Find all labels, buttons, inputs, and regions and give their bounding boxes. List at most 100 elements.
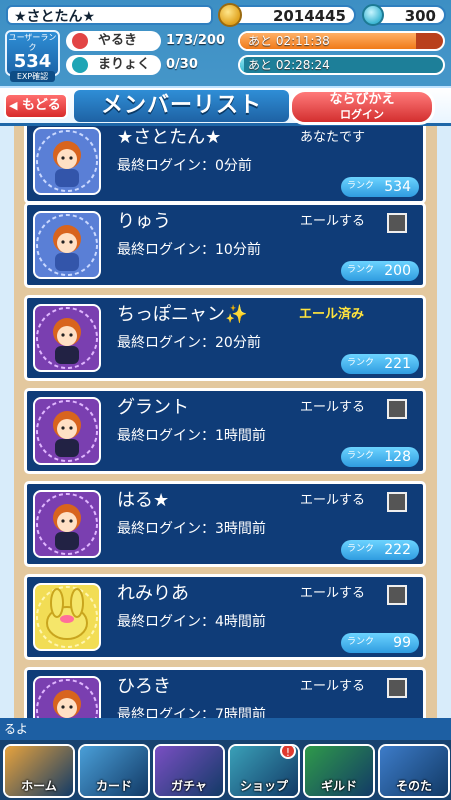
- yaruki-remaining: あと 02:11:38: [248, 34, 330, 48]
- sort-button[interactable]: ならびかえ ログイン: [289, 89, 435, 125]
- rank-badge-value: 534: [384, 179, 411, 195]
- rank-badge-value: 99: [393, 635, 411, 651]
- nav-card[interactable]: カード: [78, 744, 150, 798]
- sort-button-label: ならびかえ: [329, 92, 395, 107]
- rank-badge-label: ランク: [347, 637, 375, 647]
- yaruki-tag: やるき: [66, 31, 161, 51]
- ticker-text: るよ: [4, 722, 29, 736]
- character-portrait-icon: [36, 307, 98, 369]
- member-rank-badge: ランク 128: [341, 447, 419, 467]
- member-rank-badge: ランク 200: [341, 261, 419, 281]
- user-rank-label: ユーザーランク: [8, 33, 57, 52]
- member-last-login: 最終ログイン：10分前: [117, 242, 261, 258]
- back-button[interactable]: もどる: [4, 93, 68, 119]
- sort-button-mode: ログイン: [340, 108, 384, 121]
- rank-badge-value: 128: [384, 449, 411, 465]
- nav-label: ギルド: [320, 779, 357, 793]
- member-avatar[interactable]: [33, 211, 101, 279]
- member-rank-badge: ランク 99: [341, 633, 419, 653]
- yaruki-value: 173/200: [166, 33, 226, 48]
- coin-icon: [218, 3, 242, 27]
- member-rank-badge: ランク 534: [341, 177, 419, 197]
- member-last-login: 最終ログイン：1時間前: [117, 428, 266, 444]
- nav-shop[interactable]: ショップ!: [228, 744, 300, 798]
- cheer-label: エールする: [300, 493, 366, 508]
- rank-badge-label: ランク: [347, 451, 375, 461]
- member-card[interactable]: れみりあ 最終ログイン：4時間前 エールするランク 99: [24, 574, 426, 660]
- cheer-checkbox[interactable]: [387, 585, 407, 605]
- member-avatar[interactable]: [33, 676, 101, 722]
- maryoku-row: まりょく 0/30 あと 02:28:24: [66, 55, 446, 75]
- user-rank-box[interactable]: ユーザーランク 534 EXP確認: [5, 30, 60, 82]
- maryoku-bar: あと 02:28:24: [238, 55, 445, 75]
- page-title: メンバーリスト: [74, 90, 289, 122]
- nav-label: ガチャ: [171, 779, 207, 793]
- member-avatar[interactable]: [33, 127, 101, 195]
- member-card[interactable]: りゅう 最終ログイン：10分前 エールするランク 200: [24, 202, 426, 288]
- member-list[interactable]: ★さとたん★ 最終ログイン：0分前 あなたです ランク 534 りゅう 最終ログイ…: [0, 126, 451, 722]
- member-name: りゅう: [117, 211, 171, 232]
- rank-badge-value: 221: [384, 356, 411, 372]
- player-name: ★さとたん★: [6, 5, 213, 25]
- member-card[interactable]: ★さとたん★ 最終ログイン：0分前 あなたです ランク 534: [24, 126, 426, 204]
- member-card[interactable]: グラント 最終ログイン：1時間前 エールするランク 128: [24, 388, 426, 474]
- nav-label: ホーム: [21, 779, 57, 793]
- maryoku-label: まりょく: [98, 57, 151, 72]
- nav-label: ショップ: [239, 779, 288, 793]
- gem-counter[interactable]: 300: [362, 4, 446, 26]
- cheer-label: エールする: [300, 214, 366, 229]
- cheer-checkbox[interactable]: [387, 213, 407, 233]
- rank-badge-label: ランク: [347, 358, 375, 368]
- member-last-login: 最終ログイン：4時間前: [117, 614, 266, 630]
- exp-check-button[interactable]: EXP確認: [10, 71, 55, 82]
- cheer-checkbox[interactable]: [387, 678, 407, 698]
- member-name: れみりあ: [117, 583, 189, 604]
- nav-other[interactable]: そのた: [378, 744, 450, 798]
- member-avatar[interactable]: [33, 397, 101, 465]
- cheer-label: エールする: [300, 586, 366, 601]
- gem-value: 300: [404, 7, 436, 25]
- character-portrait-icon: [36, 214, 98, 276]
- nav-home[interactable]: ホーム: [3, 744, 75, 798]
- member-avatar[interactable]: [33, 583, 101, 651]
- rank-badge-label: ランク: [347, 265, 375, 275]
- yaruki-label: やるき: [98, 33, 138, 48]
- nav-gacha[interactable]: ガチャ: [153, 744, 225, 798]
- member-rank-badge: ランク 222: [341, 540, 419, 560]
- cheer-done-label: エール済み: [299, 307, 365, 322]
- member-name: グラント: [117, 397, 189, 418]
- nav-guild[interactable]: ギルド: [303, 744, 375, 798]
- maryoku-tag: まりょく: [66, 55, 161, 75]
- member-name: ★さとたん★: [117, 127, 222, 148]
- character-portrait-icon: [36, 679, 98, 722]
- member-avatar[interactable]: [33, 304, 101, 372]
- member-card[interactable]: はる★ 最終ログイン：3時間前 エールする ランク 222: [24, 481, 426, 567]
- member-avatar[interactable]: [33, 490, 101, 558]
- nav-label: カード: [95, 779, 132, 793]
- rank-badge-label: ランク: [347, 544, 375, 554]
- title-bar: もどる メンバーリスト ならびかえ ログイン: [0, 86, 451, 126]
- maryoku-bar-fill: [240, 57, 245, 73]
- member-rank-badge: ランク 221: [341, 354, 419, 374]
- status-bar: ★さとたん★ 2014445 300: [0, 0, 451, 30]
- yaruki-bar: あと 02:11:38: [238, 31, 445, 51]
- member-card[interactable]: ひろき 最終ログイン：7時間前 エールするランク: [24, 667, 426, 722]
- character-portrait-icon: [36, 400, 98, 462]
- user-rank-value: 534: [13, 51, 52, 72]
- cheer-label: エールする: [300, 400, 366, 415]
- member-card[interactable]: ちっぽニャン✨ 最終ログイン：20分前 エール済み ランク 221: [24, 295, 426, 381]
- cheer-checkbox[interactable]: [387, 399, 407, 419]
- bottom-nav: ホーム カード ガチャ ショップ! ギルド そのた: [0, 740, 451, 800]
- nav-label: そのた: [395, 779, 432, 793]
- maryoku-remaining: あと 02:28:24: [248, 58, 330, 72]
- member-last-login: 最終ログイン：0分前: [117, 158, 252, 174]
- maryoku-value: 0/30: [166, 57, 198, 72]
- yaruki-icon: [72, 33, 88, 49]
- news-ticker: るよ: [0, 718, 451, 740]
- rank-badge-value: 222: [384, 542, 411, 558]
- yaruki-row: やるき 173/200 あと 02:11:38: [66, 31, 446, 51]
- rank-badge-label: ランク: [347, 181, 375, 191]
- cheer-checkbox[interactable]: [387, 492, 407, 512]
- rank-badge-value: 200: [384, 263, 411, 279]
- member-name: ちっぽニャン✨: [117, 304, 248, 325]
